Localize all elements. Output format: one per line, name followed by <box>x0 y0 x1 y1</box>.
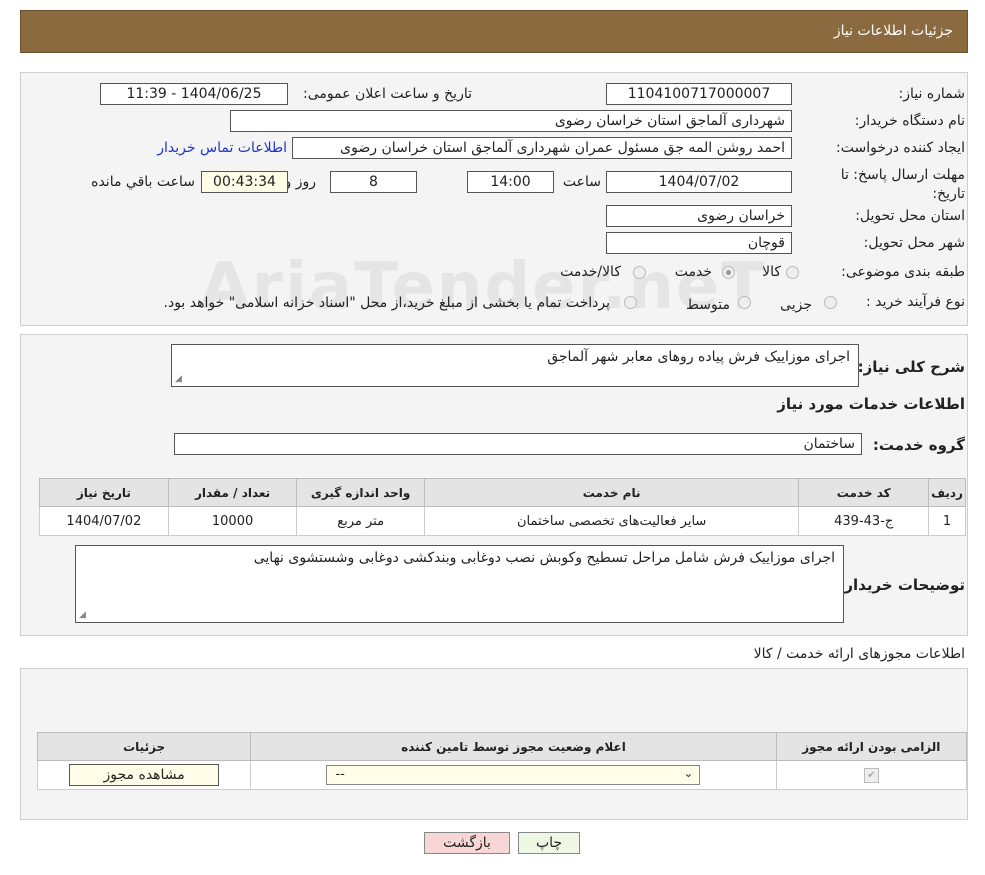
process-label: نوع فرآیند خرید : <box>866 294 965 310</box>
cell-row: 1 <box>928 506 966 536</box>
summary-textarea[interactable]: اجرای موزاییک فرش پیاده روهای معابر شهر … <box>171 344 859 387</box>
deadline-label: مهلت ارسال پاسخ: تا تاریخ: <box>840 167 965 202</box>
permit-status-select[interactable]: -- ⌄ <box>326 765 701 785</box>
buyer-contact-link[interactable]: اطلاعات تماس خریدار <box>157 140 287 156</box>
process-radio-minor[interactable] <box>824 296 837 309</box>
col-quantity: تعداد / مقدار <box>167 478 298 507</box>
category-label: طبقه بندی موضوعی: <box>841 264 965 280</box>
table-row: 1 ج-43-439 سایر فعالیت‌های تخصصی ساختمان… <box>39 506 966 536</box>
category-goods-label: کالا <box>762 264 781 280</box>
services-section-title: اطلاعات خدمات مورد نیاز <box>777 395 965 413</box>
cell-permit-required: ✔ <box>775 760 968 790</box>
cell-quantity: 10000 <box>167 506 298 536</box>
process-minor-label: جزیی <box>780 297 812 313</box>
col-permit-required: الزامی بودن ارائه مجوز <box>775 732 968 761</box>
remaining-time-field: 00:43:34 <box>201 171 288 193</box>
category-radio-goods-service[interactable] <box>633 266 646 279</box>
deadline-time-field[interactable]: 14:00 <box>467 171 554 193</box>
process-radio-treasury[interactable] <box>624 296 637 309</box>
deadline-hour-label: ساعت <box>562 174 601 190</box>
need-number-field[interactable]: 1104100717000007 <box>606 83 792 105</box>
service-group-label: گروه خدمت: <box>872 436 965 454</box>
province-field[interactable]: خراسان رضوی <box>606 205 792 227</box>
province-label: استان محل تحویل: <box>855 208 965 224</box>
process-note: پرداخت تمام یا بخشی از مبلغ خرید،از محل … <box>163 295 610 311</box>
requester-label: ایجاد کننده درخواست: <box>836 140 965 156</box>
days-field[interactable]: 8 <box>330 171 417 193</box>
announce-label: تاریخ و ساعت اعلان عمومی: <box>303 86 472 102</box>
table-row: ✔ -- ⌄ مشاهده مجوز <box>36 760 968 790</box>
col-service-code: کد خدمت <box>798 478 930 507</box>
col-row: ردیف <box>928 478 966 507</box>
permits-table: الزامی بودن ارائه مجوز اعلام وضعیت مجوز … <box>36 732 968 790</box>
process-medium-label: متوسط <box>686 297 730 313</box>
col-permit-status: اعلام وضعیت مجوز توسط تامین کننده <box>250 732 777 761</box>
cell-permit-status: -- ⌄ <box>250 760 777 790</box>
summary-text: اجرای موزاییک فرش پیاده روهای معابر شهر … <box>547 349 850 365</box>
announce-field[interactable]: 1404/06/25 - 11:39 <box>100 83 288 105</box>
resize-handle-icon[interactable]: ◢ <box>175 374 182 384</box>
cell-service-code: ج-43-439 <box>798 506 930 536</box>
need-number-label: شماره نیاز: <box>898 86 966 102</box>
city-field[interactable]: قوچان <box>606 232 792 254</box>
services-table-header: ردیف کد خدمت نام خدمت واحد اندازه گیری ت… <box>39 478 966 507</box>
service-group-field[interactable]: ساختمان <box>174 433 862 455</box>
col-need-date: تاریخ نیاز <box>39 478 169 507</box>
page-title: جزئیات اطلاعات نیاز <box>833 23 953 39</box>
category-radio-goods[interactable] <box>786 266 799 279</box>
buyer-notes-label: توضیحات خریدار: <box>838 576 965 594</box>
col-service-name: نام خدمت <box>423 478 800 507</box>
col-permit-details: جزئیات <box>36 732 252 761</box>
services-table: ردیف کد خدمت نام خدمت واحد اندازه گیری ت… <box>39 478 966 536</box>
page-header: جزئیات اطلاعات نیاز <box>20 10 968 53</box>
buyer-org-field[interactable]: شهرداری آلماجق استان خراسان رضوی <box>230 110 792 132</box>
buyer-org-label: نام دستگاه خریدار: <box>854 113 965 129</box>
view-permit-button[interactable]: مشاهده مجوز <box>69 764 220 786</box>
resize-handle-icon[interactable]: ◢ <box>79 610 86 620</box>
watermark-logo: AriaTender.neT <box>200 250 767 324</box>
required-checkbox-icon[interactable]: ✔ <box>863 767 879 783</box>
col-unit: واحد اندازه گیری <box>296 478 425 507</box>
remaining-label: ساعت باقي مانده <box>91 174 195 190</box>
cell-permit-details: مشاهده مجوز <box>36 760 252 790</box>
cell-need-date: 1404/07/02 <box>39 506 169 536</box>
permits-table-header: الزامی بودن ارائه مجوز اعلام وضعیت مجوز … <box>36 732 968 761</box>
city-label: شهر محل تحویل: <box>863 235 965 251</box>
cell-unit: متر مربع <box>296 506 425 536</box>
buyer-notes-text: اجرای موزاییک فرش شامل مراحل تسطیح وکوبش… <box>253 550 835 566</box>
cell-service-name: سایر فعالیت‌های تخصصی ساختمان <box>423 506 800 536</box>
print-button[interactable]: چاپ <box>518 832 580 854</box>
summary-label: شرح کلی نیاز: <box>857 358 965 376</box>
back-button[interactable]: بازگشت <box>424 832 510 854</box>
permit-status-value: -- <box>335 767 345 782</box>
buyer-notes-textarea[interactable]: اجرای موزاییک فرش شامل مراحل تسطیح وکوبش… <box>75 545 844 623</box>
chevron-down-icon: ⌄ <box>683 766 694 780</box>
category-radio-service[interactable] <box>722 266 735 279</box>
permits-section-title: اطلاعات مجوزهای ارائه خدمت / کالا <box>753 646 965 662</box>
days-label: روز و <box>284 174 317 190</box>
deadline-date-field[interactable]: 1404/07/02 <box>606 171 792 193</box>
requester-field[interactable]: احمد روشن المه جق مسئول عمران شهرداری آل… <box>292 137 792 159</box>
category-service-label: خدمت <box>674 264 712 280</box>
category-goods-service-label: کالا/خدمت <box>560 264 621 280</box>
process-radio-medium[interactable] <box>738 296 751 309</box>
